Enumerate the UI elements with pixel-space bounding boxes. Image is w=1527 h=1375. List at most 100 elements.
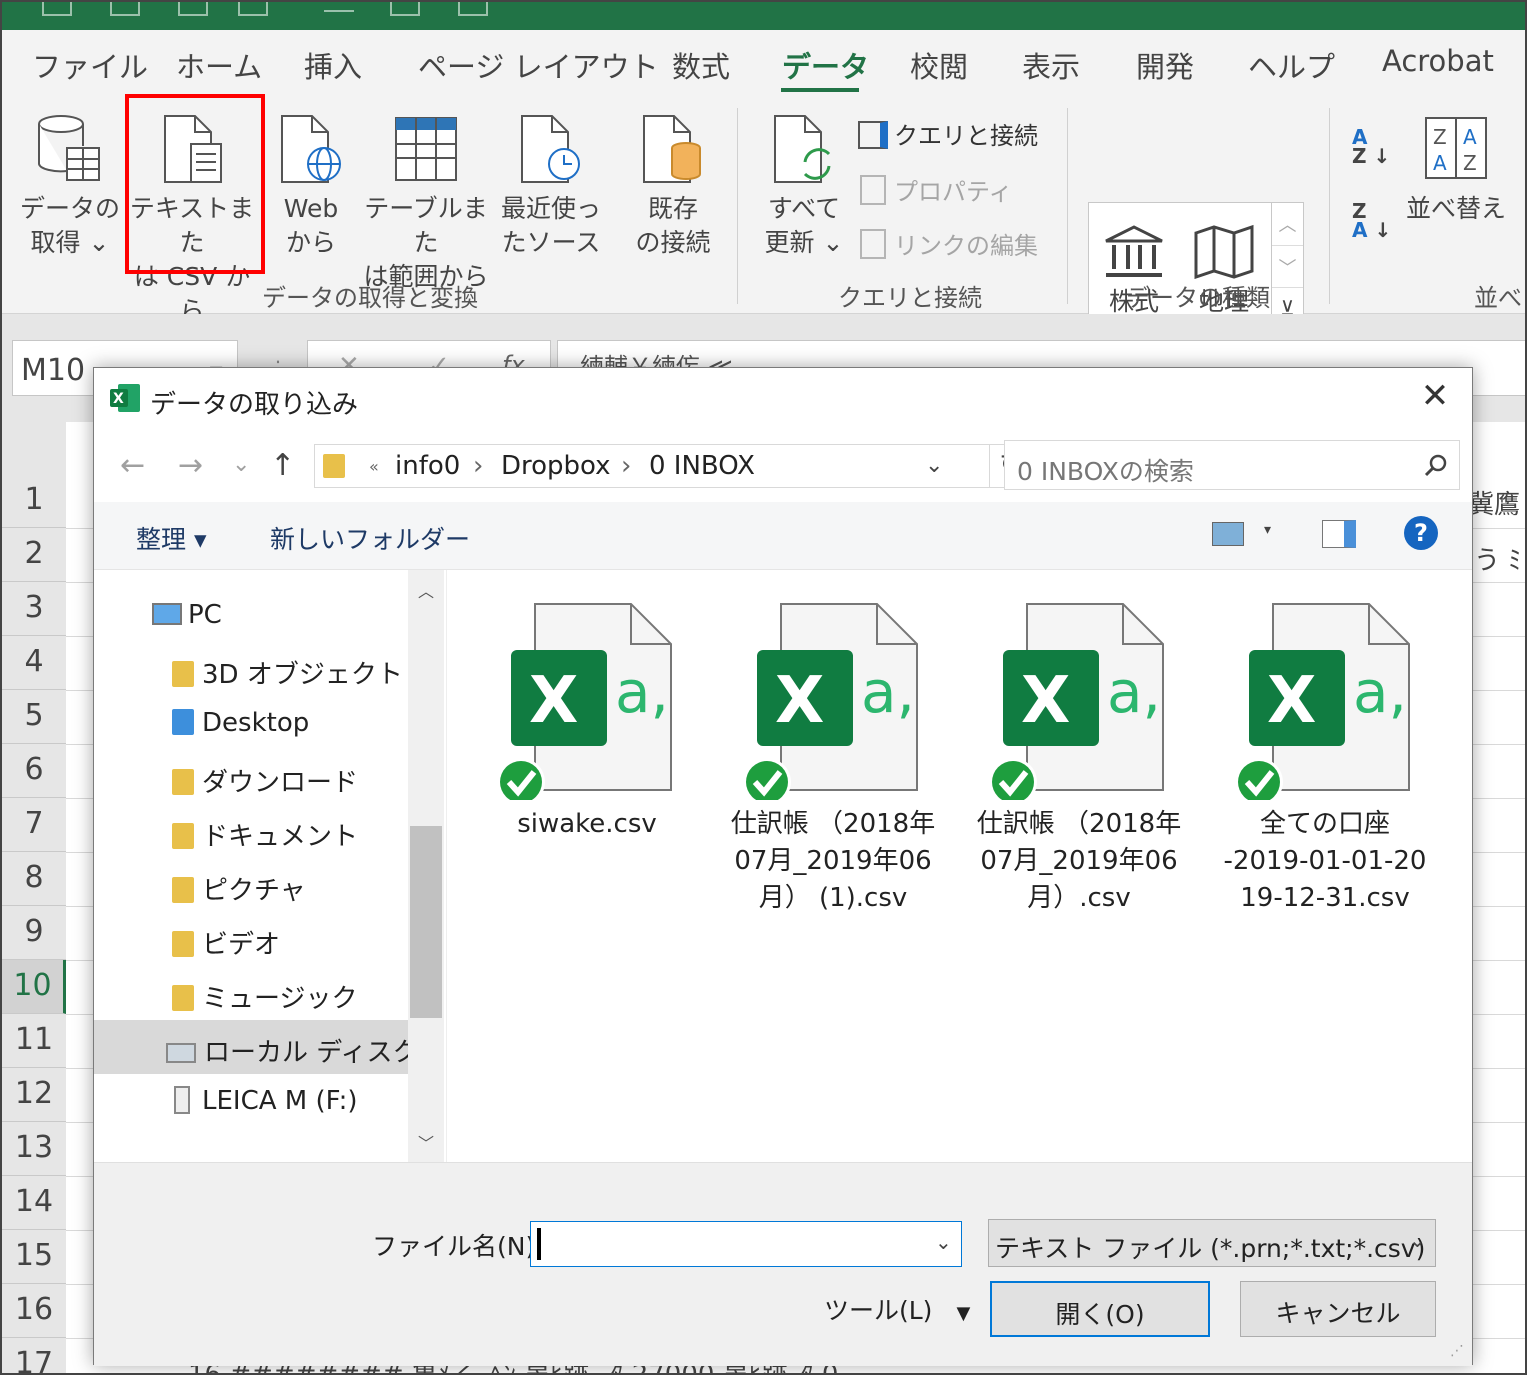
row-header[interactable]: 8	[2, 852, 66, 906]
tree-item-music[interactable]: ミュージック	[172, 978, 357, 1015]
file-name-dropdown-icon[interactable]: ⌄	[935, 1230, 952, 1254]
tab-data[interactable]: データ	[782, 44, 869, 86]
tree-label: ビデオ	[202, 930, 281, 960]
tree-item-videos[interactable]: ビデオ	[172, 924, 280, 961]
refresh-document-icon	[774, 115, 831, 183]
sort-az-icon[interactable]: AZ ↓	[1352, 127, 1390, 166]
up-arrow-icon[interactable]: ↑	[270, 448, 295, 483]
tree-item-3d-objects[interactable]: 3D オブジェクト	[172, 654, 403, 691]
minus-icon[interactable]	[324, 10, 354, 24]
new-folder-button[interactable]: 新しいフォルダー	[270, 520, 470, 556]
print-icon[interactable]	[110, 2, 140, 16]
address-bar[interactable]: « info0 › Dropbox › 0 INBOX ⌄	[314, 444, 990, 488]
dialog-footer: ファイル名(N): ⌄ テキスト ファイル (*.prn;*.txt;*.csv…	[94, 1162, 1472, 1366]
open-button[interactable]: 開く(O)	[990, 1281, 1210, 1337]
row-header[interactable]: 13	[2, 1122, 66, 1176]
window-icon[interactable]	[390, 2, 420, 16]
recent-sources-button[interactable]: 最近使っ たソース	[498, 114, 604, 260]
breadcrumb-dropbox[interactable]: Dropbox	[501, 451, 611, 481]
stocks-bank-icon	[1105, 225, 1163, 277]
tree-item-pictures[interactable]: ピクチャ	[172, 870, 306, 907]
form-icon[interactable]	[238, 2, 268, 16]
tree-item-pc[interactable]: PC	[152, 600, 222, 630]
queries-connections-button[interactable]: クエリと接続	[858, 116, 1038, 151]
file-item[interactable]: X a, 仕訳帳 （2018年 07月_2019年06 月） (1).csv	[713, 600, 953, 917]
address-dropdown-icon[interactable]: ⌄	[925, 453, 943, 478]
forward-arrow-icon[interactable]: →	[178, 448, 203, 483]
tab-review[interactable]: 校閲	[910, 44, 968, 86]
breadcrumb-sep: ›	[473, 451, 484, 481]
refresh-all-button[interactable]: すべて 更新 ⌄	[754, 114, 854, 260]
row-header[interactable]: 12	[2, 1068, 66, 1122]
nav-scroll-thumb[interactable]	[410, 826, 442, 1018]
tab-acrobat[interactable]: Acrobat	[1382, 44, 1494, 78]
file-type-select[interactable]: テキスト ファイル (*.prn;*.txt;*.csv) ⌄	[988, 1219, 1436, 1267]
breadcrumb-info0[interactable]: info0	[395, 451, 460, 481]
row-header[interactable]: 17	[2, 1338, 66, 1373]
tab-insert[interactable]: 挿入	[304, 44, 362, 86]
redo-icon[interactable]	[458, 2, 488, 16]
tree-item-local-disk[interactable]: ローカル ディスク (C:	[94, 1020, 408, 1074]
row-header[interactable]: 6	[2, 744, 66, 798]
tree-item-desktop[interactable]: Desktop	[172, 708, 309, 738]
from-web-button[interactable]: Web から	[270, 114, 352, 260]
breadcrumb-overflow[interactable]: «	[369, 457, 379, 476]
file-item[interactable]: X a, siwake.csv	[467, 600, 707, 880]
existing-connections-button[interactable]: 既存 の接続	[624, 114, 722, 260]
tab-page-layout[interactable]: ページ レイアウト	[418, 44, 659, 86]
row-header[interactable]: 9	[2, 906, 66, 960]
sort-za-icon[interactable]: ZA ↓	[1352, 201, 1391, 240]
geography-map-icon	[1194, 224, 1254, 279]
edit-icon[interactable]	[178, 2, 208, 16]
row-header[interactable]: 14	[2, 1176, 66, 1230]
file-type-dropdown-icon[interactable]: ⌄	[1409, 1228, 1426, 1252]
scroll-down-icon[interactable]: ﹀	[418, 1130, 434, 1154]
file-item[interactable]: X a, 仕訳帳 （2018年 07月_2019年06 月）.csv	[959, 600, 1199, 917]
resize-grip-icon[interactable]: ⋰	[1450, 1343, 1464, 1359]
tree-item-leica[interactable]: LEICA M (F:)	[174, 1086, 357, 1116]
tab-file[interactable]: ファイル	[32, 44, 148, 86]
row-header[interactable]: 11	[2, 1014, 66, 1068]
tab-view[interactable]: 表示	[1022, 44, 1080, 86]
view-options-icon[interactable]	[1212, 522, 1244, 546]
scroll-up-icon[interactable]: ︿	[418, 578, 434, 602]
sort-button[interactable]: Z A A Z 並べ替え	[1404, 114, 1508, 226]
get-data-button[interactable]: データの 取得 ⌄	[20, 114, 120, 260]
from-table-button[interactable]: テーブルまた は範囲から	[360, 114, 492, 294]
row-header[interactable]: 3	[2, 582, 66, 636]
sort-label: 並べ替え	[1405, 194, 1506, 223]
row-header[interactable]: 7	[2, 798, 66, 852]
save-icon[interactable]	[42, 2, 72, 16]
recent-locations-icon[interactable]: ⌄	[232, 452, 250, 477]
svg-text:a,: a,	[861, 658, 915, 726]
file-item[interactable]: X a, 全ての口座 -2019-01-01-20 19-12-31.csv	[1205, 600, 1445, 917]
help-icon[interactable]: ?	[1404, 516, 1438, 550]
tab-help[interactable]: ヘルプ	[1248, 44, 1335, 86]
row-header[interactable]: 10	[2, 960, 66, 1014]
tab-home[interactable]: ホーム	[176, 44, 262, 86]
back-arrow-icon[interactable]: ←	[120, 448, 145, 483]
search-input[interactable]: 0 INBOXの検索	[1004, 440, 1460, 490]
close-icon[interactable]: ✕	[1410, 376, 1460, 422]
row-header[interactable]: 4	[2, 636, 66, 690]
organize-button[interactable]: 整理 ▾	[136, 520, 207, 556]
view-dropdown-icon[interactable]: ▾	[1264, 522, 1271, 538]
chevron-up-icon[interactable]: ︿	[1272, 203, 1303, 245]
row-header[interactable]: 5	[2, 690, 66, 744]
from-web-label1: Web	[283, 194, 339, 223]
tree-item-documents[interactable]: ドキュメント	[172, 816, 358, 853]
cancel-button[interactable]: キャンセル	[1240, 1281, 1436, 1337]
search-icon[interactable]	[1423, 453, 1449, 479]
breadcrumb-inbox[interactable]: 0 INBOX	[649, 451, 755, 481]
row-header[interactable]: 2	[2, 528, 66, 582]
tools-button[interactable]: ツール(L) ▼	[824, 1291, 970, 1327]
tab-developer[interactable]: 開発	[1136, 44, 1194, 86]
tree-item-downloads[interactable]: ダウンロード	[172, 762, 358, 799]
preview-pane-icon[interactable]	[1322, 520, 1356, 548]
row-header[interactable]: 15	[2, 1230, 66, 1284]
row-header[interactable]: 1	[2, 474, 66, 528]
file-name-input[interactable]: ⌄	[530, 1221, 962, 1267]
tab-formulas[interactable]: 数式	[672, 44, 730, 86]
chevron-down-icon[interactable]: ﹀	[1272, 245, 1303, 287]
row-header[interactable]: 16	[2, 1284, 66, 1338]
